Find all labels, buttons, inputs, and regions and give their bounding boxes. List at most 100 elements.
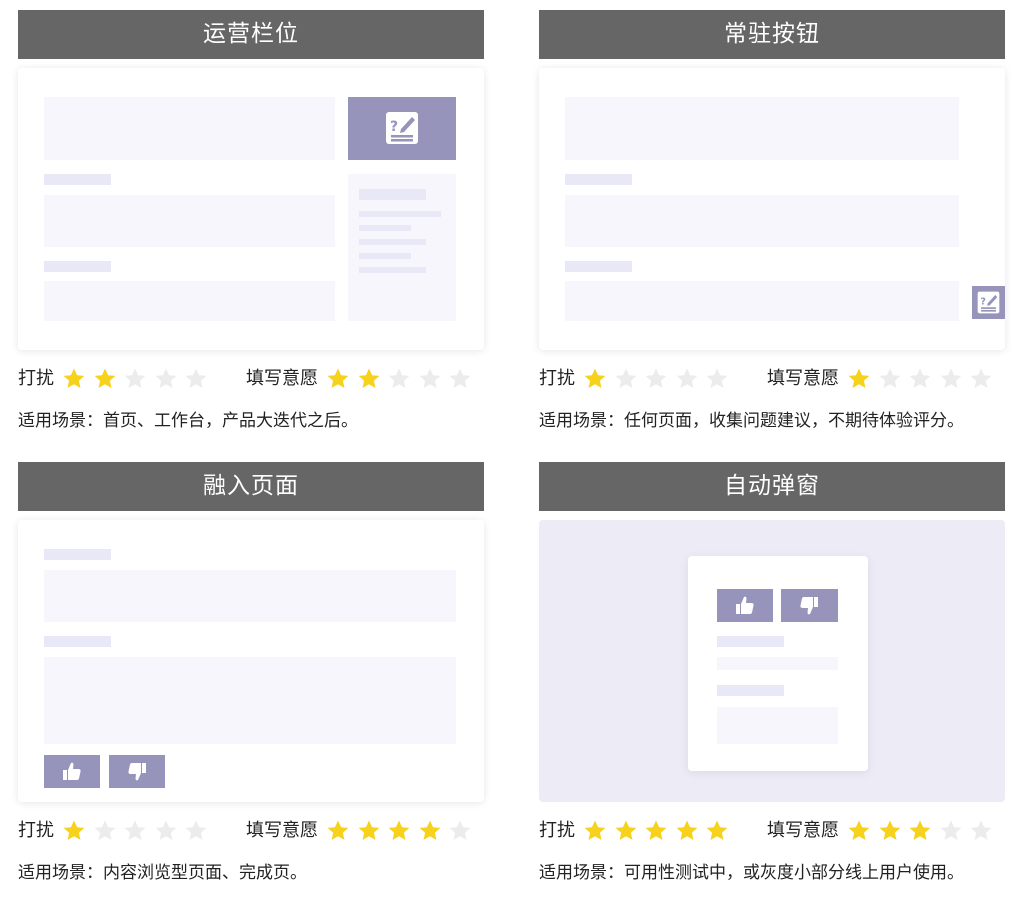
panel-operation-slot: 运营栏位 ? 打扰 填写意愿 适用场景：首页、工作台，产品大迭代之后。 <box>18 10 484 431</box>
panel-title: 常驻按钮 <box>539 10 1005 59</box>
thumbs-down-icon <box>799 596 819 616</box>
thumbs-up-icon <box>735 595 755 615</box>
star-empty-icon <box>879 368 900 388</box>
star-rating <box>583 366 736 392</box>
disturb-rating: 打扰 <box>18 366 215 392</box>
thumbs-down-icon <box>127 762 147 782</box>
star-filled-icon <box>909 820 931 840</box>
disturb-rating: 打扰 <box>539 366 736 392</box>
wireframe-card: ? <box>18 68 484 350</box>
content-placeholder <box>44 570 456 622</box>
star-empty-icon <box>124 820 146 840</box>
star-filled-icon <box>419 820 440 840</box>
star-filled-icon <box>676 820 697 840</box>
star-filled-icon <box>358 820 379 840</box>
label-placeholder <box>565 261 632 272</box>
star-empty-icon <box>449 820 471 840</box>
modal-backdrop <box>539 520 1005 802</box>
thumbs-up-button[interactable] <box>44 755 100 788</box>
disturb-label: 打扰 <box>18 368 54 389</box>
feedback-edit-icon: ? <box>977 291 1000 314</box>
label-placeholder <box>717 685 784 696</box>
operation-banner[interactable]: ? <box>348 97 456 160</box>
scenario-text: 适用场景：首页、工作台，产品大迭代之后。 <box>18 411 358 431</box>
disturb-rating: 打扰 <box>18 818 215 844</box>
star-rating <box>326 366 479 392</box>
svg-text:?: ? <box>390 119 398 135</box>
star-rating <box>62 818 215 844</box>
feedback-floating-button[interactable]: ? <box>972 286 1005 319</box>
panel-embedded-page: 融入页面 打扰 填写意愿 适用场景：内容浏览型页面、完成页。 <box>18 462 484 883</box>
star-empty-icon <box>124 368 146 388</box>
disturb-label: 打扰 <box>539 820 575 841</box>
willing-rating: 填写意愿 <box>246 366 479 392</box>
star-filled-icon <box>706 820 728 840</box>
thumbs-down-button[interactable] <box>781 589 838 622</box>
scenario-text: 适用场景：可用性测试中，或灰度小部分线上用户使用。 <box>539 863 964 883</box>
label-placeholder <box>717 636 784 647</box>
panel-title: 融入页面 <box>18 462 484 511</box>
star-empty-icon <box>388 368 410 388</box>
disturb-label: 打扰 <box>539 368 575 389</box>
sidebar-line <box>359 211 441 217</box>
star-empty-icon <box>185 368 207 388</box>
star-rating <box>62 366 215 392</box>
content-placeholder <box>717 657 838 670</box>
star-filled-icon <box>848 368 870 388</box>
svg-text:?: ? <box>980 297 986 308</box>
willing-label: 填写意愿 <box>246 368 318 389</box>
star-empty-icon <box>970 820 992 840</box>
star-filled-icon <box>879 820 900 840</box>
scenario-text: 适用场景：内容浏览型页面、完成页。 <box>18 863 307 883</box>
panel-title: 运营栏位 <box>18 10 484 59</box>
star-empty-icon <box>940 368 961 388</box>
content-placeholder <box>717 707 838 744</box>
sidebar-line <box>359 239 426 245</box>
content-placeholder <box>565 281 959 321</box>
star-empty-icon <box>419 368 440 388</box>
star-empty-icon <box>155 368 176 388</box>
willing-rating: 填写意愿 <box>767 818 1000 844</box>
star-rating <box>326 818 479 844</box>
label-placeholder <box>44 636 111 647</box>
scenario-text: 适用场景：任何页面，收集问题建议，不期待体验评分。 <box>539 411 964 431</box>
star-rating <box>847 818 1000 844</box>
willing-rating: 填写意愿 <box>767 366 1000 392</box>
star-empty-icon <box>645 368 667 388</box>
disturb-rating: 打扰 <box>539 818 736 844</box>
star-empty-icon <box>940 820 961 840</box>
disturb-label: 打扰 <box>18 820 54 841</box>
thumbs-up-button[interactable] <box>717 589 773 622</box>
content-placeholder <box>565 195 959 247</box>
star-filled-icon <box>63 368 85 388</box>
wireframe-card <box>18 520 484 802</box>
star-filled-icon <box>584 820 606 840</box>
star-filled-icon <box>327 820 349 840</box>
sidebar-line <box>359 225 411 231</box>
star-empty-icon <box>676 368 697 388</box>
popup-dialog <box>688 556 868 771</box>
star-filled-icon <box>94 368 115 388</box>
star-filled-icon <box>327 368 349 388</box>
sidebar-line <box>359 253 411 259</box>
thumbs-down-button[interactable] <box>109 755 165 788</box>
feedback-edit-icon: ? <box>385 111 419 145</box>
star-empty-icon <box>706 368 728 388</box>
star-filled-icon <box>358 368 379 388</box>
star-filled-icon <box>615 820 636 840</box>
star-filled-icon <box>63 820 85 840</box>
sidebar-line <box>359 267 426 273</box>
thumbs-up-icon <box>62 761 82 781</box>
star-empty-icon <box>155 820 176 840</box>
star-filled-icon <box>645 820 667 840</box>
star-filled-icon <box>584 368 606 388</box>
label-placeholder <box>565 174 632 185</box>
panel-persistent-button: 常驻按钮 ? 打扰 填写意愿 适用场景：任何页面，收集问题建议，不期待体验评分。 <box>539 10 1005 431</box>
wireframe-card: ? <box>539 68 1005 350</box>
star-filled-icon <box>388 820 410 840</box>
willing-label: 填写意愿 <box>767 368 839 389</box>
star-empty-icon <box>449 368 471 388</box>
star-empty-icon <box>615 368 636 388</box>
star-empty-icon <box>94 820 115 840</box>
content-placeholder <box>44 281 335 321</box>
